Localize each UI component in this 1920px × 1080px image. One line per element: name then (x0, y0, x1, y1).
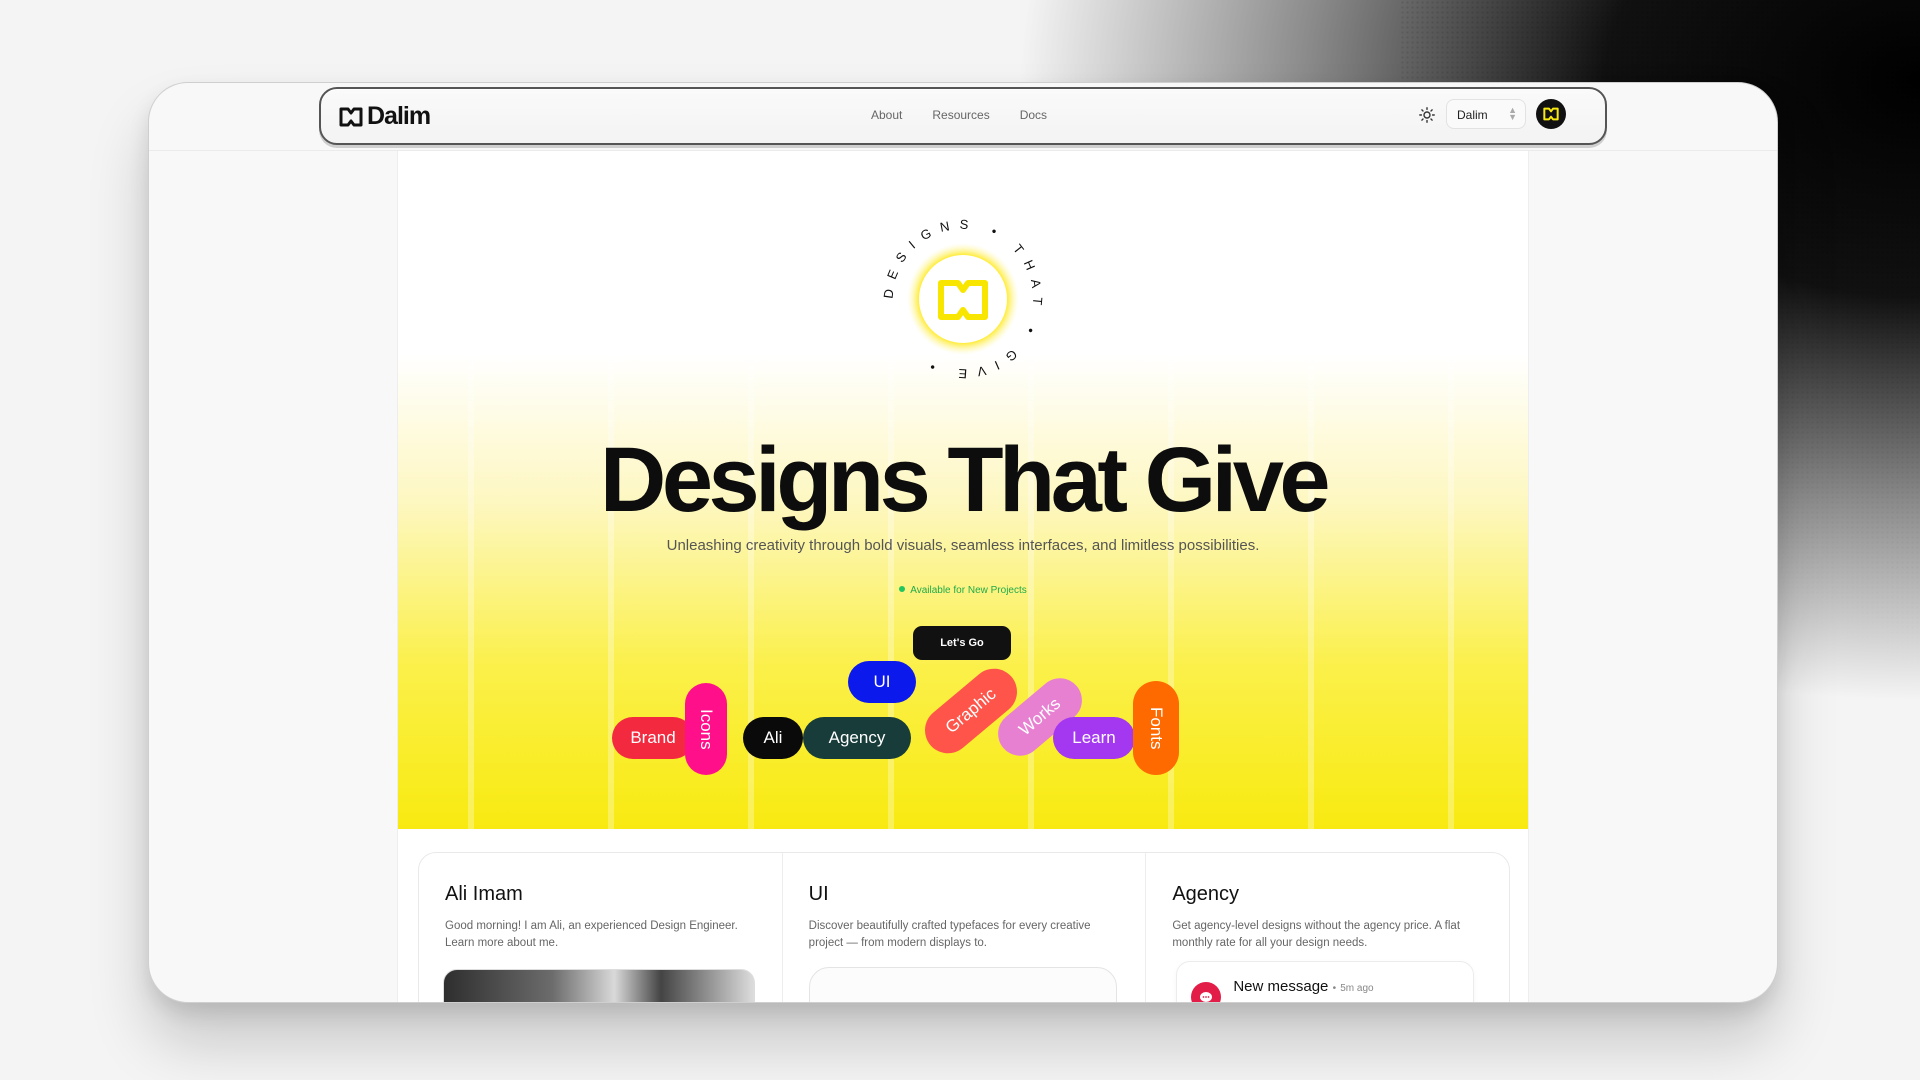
card-ali-imam[interactable]: Ali Imam Good morning! I am Ali, an expe… (419, 853, 783, 1002)
sun-icon[interactable] (1419, 107, 1435, 123)
lets-go-button[interactable]: Let's Go (913, 626, 1011, 660)
chevron-updown-icon: ▲ ▼ (1508, 105, 1517, 122)
tag-ui[interactable]: UI (848, 661, 916, 703)
card-description: Get agency-level designs without the age… (1172, 920, 1461, 949)
notification-title-text: New message (1233, 978, 1329, 995)
notification-separator: • (1332, 983, 1337, 994)
nav-link-resources[interactable]: Resources (932, 108, 989, 122)
message-icon (1191, 982, 1222, 1002)
notification-time: 5m ago (1340, 983, 1374, 994)
tag-label: Fonts (1147, 706, 1166, 750)
card-description: Good morning! I am Ali, an experienced D… (445, 920, 738, 949)
rotating-badge: DESIGNS • THAT • GIVE • (880, 217, 1036, 382)
nav-link-about[interactable]: About (871, 108, 902, 122)
card-agency[interactable]: Agency Get agency-level designs without … (1146, 853, 1509, 1002)
tag-icons[interactable]: Icons (685, 683, 727, 775)
main-content: DESIGNS • THAT • GIVE • Designs That Giv… (397, 151, 1529, 1002)
team-select[interactable]: Dalim ▲ ▼ (1446, 99, 1526, 129)
tag-brand[interactable]: Brand (612, 717, 694, 759)
feature-cards: Ali Imam Good morning! I am Ali, an expe… (418, 852, 1510, 1002)
tag-label: Ali (763, 728, 783, 747)
team-select-value: Dalim (1457, 108, 1488, 122)
profile-photo (443, 969, 755, 1002)
hero-section: DESIGNS • THAT • GIVE • Designs That Giv… (398, 151, 1528, 829)
browser-frame: Dalim About Resources Docs Dalim ▲ ▼ DES… (148, 82, 1778, 1003)
tag-fonts[interactable]: Fonts (1133, 681, 1179, 775)
tag-label: Brand (630, 728, 676, 747)
tag-ali[interactable]: Ali (743, 717, 803, 759)
nav-link-docs[interactable]: Docs (1020, 108, 1047, 122)
typeface-preview (808, 967, 1117, 1002)
hero-headline: Designs That Give (599, 429, 1331, 531)
brand-logo[interactable]: Dalim (339, 102, 431, 131)
brand-name: Dalim (367, 102, 431, 130)
tag-label: Icons (697, 708, 716, 750)
card-description: Discover beautifully crafted typefaces f… (808, 920, 1091, 949)
notification-title: New message • 5m ago (1233, 978, 1373, 995)
notification-preview: New message • 5m ago (1176, 961, 1475, 1002)
tag-label: Learn (1072, 728, 1116, 747)
card-title: Ali Imam (445, 883, 523, 905)
dalim-logo-icon (339, 107, 363, 126)
tag-label: UI (873, 672, 891, 691)
status-dot-icon (899, 586, 906, 592)
nav-links: About Resources Docs (871, 108, 1047, 122)
hero-subtitle: Unleashing creativity through bold visua… (666, 537, 1260, 554)
tag-label: Agency (828, 728, 886, 747)
avatar[interactable] (1536, 99, 1566, 129)
availability-status: Available for New Projects (398, 585, 1528, 596)
status-text: Available for New Projects (910, 585, 1027, 596)
dalim-logo-icon (1543, 107, 1559, 121)
tag-learn[interactable]: Learn (1053, 717, 1135, 759)
navbar: Dalim About Resources Docs Dalim ▲ ▼ (319, 87, 1607, 145)
card-title: UI (808, 883, 829, 905)
tag-agency[interactable]: Agency (803, 717, 911, 759)
card-ui[interactable]: UI Discover beautifully crafted typeface… (783, 853, 1147, 1002)
card-title: Agency (1172, 883, 1240, 905)
